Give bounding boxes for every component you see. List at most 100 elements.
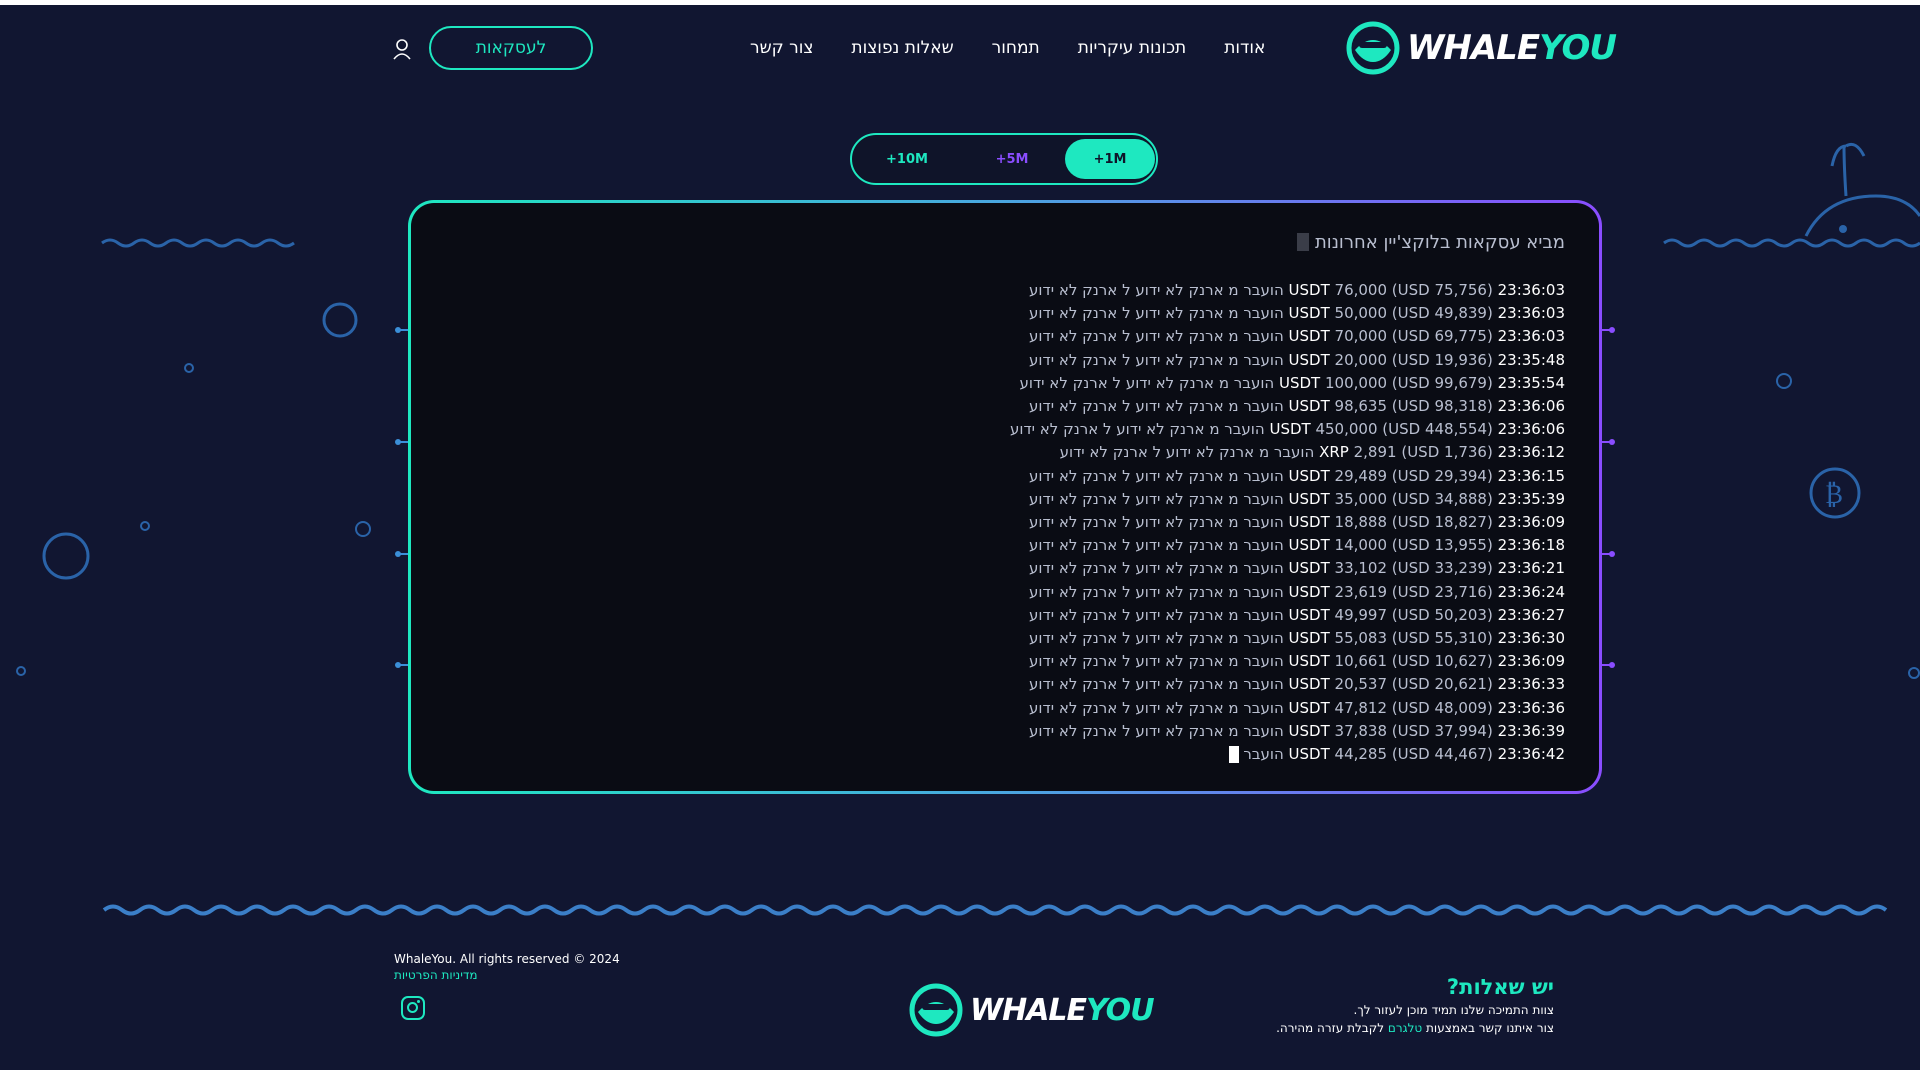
top-edge — [0, 0, 1920, 5]
transaction-amount: 98,635 — [1334, 397, 1388, 416]
nav-faq[interactable]: שאלות נפוצות — [851, 38, 953, 58]
transaction-text: הועבר מ ארנק לא ידוע ל ארנק לא ידוע — [1029, 559, 1284, 578]
transaction-amount: 49,997 — [1334, 605, 1388, 624]
instagram-icon[interactable] — [401, 996, 425, 1020]
transaction-row: 23:36:24 USDT 23,619 (USD 23,716) הועבר … — [1029, 582, 1565, 601]
transaction-time: 23:36:12 — [1497, 443, 1565, 462]
transaction-row: 23:36:03 USDT 76,000 (USD 75,756) הועבר … — [1029, 281, 1565, 299]
transaction-time: 23:36:15 — [1497, 466, 1565, 485]
transaction-row: 23:36:21 USDT 33,102 (USD 33,239) הועבר … — [1029, 559, 1565, 578]
transaction-usd: 23,716 — [1434, 582, 1487, 601]
transaction-text: הועבר מ ארנק לא ידוע ל ארנק לא ידוע — [1059, 443, 1315, 462]
terminal-cursor-block — [1296, 233, 1309, 251]
transaction-text: הועבר מ ארנק לא ידוע ל ארנק לא ידוע — [1029, 698, 1284, 717]
nav-features[interactable]: תכונות עיקריות — [1078, 38, 1187, 58]
transaction-token: USDT — [1288, 721, 1330, 740]
transaction-token: USDT — [1288, 466, 1330, 485]
transaction-time: 23:36:36 — [1497, 698, 1565, 717]
transaction-amount: 29,489 — [1334, 466, 1388, 485]
transaction-text: הועבר מ ארנק לא ידוע ל ארנק לא ידוע — [1029, 513, 1284, 532]
transaction-time: 23:36:39 — [1497, 721, 1565, 740]
transaction-row-typing: 23:36:42 USDT 44,285 (USD 44,467) הועבר — [411, 743, 1565, 766]
filter-10m[interactable]: +10M — [872, 139, 942, 179]
transaction-amount: 18,888 — [1334, 513, 1388, 532]
contact-line: צור איתנו קשר באמצעות טלגרם לקבלת עזרה מ… — [1276, 1021, 1554, 1035]
transaction-usd: 98,318 — [1434, 397, 1487, 416]
terminal-header: מביא עסקאות בלוקצ'יין אחרונות — [411, 225, 1565, 259]
brand-logo[interactable]: WHALEYOU — [1345, 20, 1617, 76]
transaction-usd: 1,736 — [1444, 443, 1487, 462]
transaction-time: 23:35:39 — [1497, 489, 1565, 508]
transaction-token: USDT — [1288, 327, 1330, 346]
transaction-usd: 48,009 — [1434, 698, 1487, 717]
transaction-text: הועבר מ ארנק לא ידוע ל ארנק לא ידוע — [1029, 466, 1284, 485]
questions-title: יש שאלות? — [1446, 975, 1554, 999]
transaction-time: 23:36:30 — [1497, 629, 1565, 648]
whale-logo-icon — [1346, 21, 1400, 75]
transaction-row: 23:36:03 USDT 50,000 (USD 49,839) הועבר … — [1029, 304, 1565, 323]
transaction-text: הועבר מ ארנק לא ידוע ל ארנק לא ידוע — [1009, 420, 1265, 439]
transaction-text: הועבר מ ארנק לא ידוע ל ארנק לא ידוע — [1029, 536, 1284, 555]
transaction-token: XRP — [1319, 443, 1349, 462]
transaction-text: הועבר מ ארנק לא ידוע ל ארנק לא ידוע — [1029, 605, 1284, 624]
transaction-amount: 2,891 — [1353, 443, 1397, 462]
terminal-header-text: מביא עסקאות בלוקצ'יין אחרונות — [1314, 231, 1565, 253]
transaction-usd: 10,627 — [1434, 652, 1487, 671]
transaction-token: USDT — [1279, 373, 1321, 392]
transaction-row: 23:36:18 USDT 14,000 (USD 13,955) הועבר … — [1029, 536, 1565, 555]
transaction-amount: 33,102 — [1334, 559, 1388, 578]
transactions-list: 23:36:03 USDT 76,000 (USD 75,756) הועבר … — [411, 279, 1565, 766]
filter-5m[interactable]: +5M — [977, 139, 1047, 179]
transaction-time: 23:36:06 — [1497, 397, 1565, 416]
transaction-usd: 19,936 — [1434, 350, 1487, 369]
footer-left: WhaleYou. All rights reserved © 2024 מדי… — [394, 952, 620, 982]
copyright-text: WhaleYou. All rights reserved © 2024 — [394, 952, 620, 966]
transaction-usd: 34,888 — [1434, 489, 1487, 508]
svg-text:₿: ₿ — [1825, 480, 1843, 510]
transaction-token: USDT — [1288, 281, 1330, 299]
transaction-row: 23:36:39 USDT 37,838 (USD 37,994) הועבר … — [1029, 721, 1565, 740]
transaction-row: 23:36:27 USDT 49,997 (USD 50,203) הועבר … — [1029, 605, 1565, 624]
brand-wordmark: WHALEYOU — [1406, 28, 1617, 68]
transaction-usd: 20,621 — [1434, 675, 1487, 694]
transaction-usd: 448,554 — [1424, 420, 1487, 439]
transaction-amount: 23,619 — [1334, 582, 1388, 601]
site-header: WHALEYOU אודות תכונות עיקריות תמחור שאלו… — [0, 20, 1920, 80]
transaction-usd: 37,994 — [1434, 721, 1487, 740]
transactions-terminal[interactable]: מביא עסקאות בלוקצ'יין אחרונות 23:36:03 U… — [411, 203, 1599, 791]
privacy-link[interactable]: מדיניות הפרטיות — [394, 968, 620, 982]
transaction-usd: 50,203 — [1434, 605, 1487, 624]
footer-questions: יש שאלות? צוות התמיכה שלנו תמיד מוכן לעז… — [1276, 975, 1554, 1035]
transaction-time: 23:35:54 — [1497, 373, 1565, 392]
transaction-time: 23:36:03 — [1497, 304, 1565, 323]
transaction-amount: 35,000 — [1334, 489, 1388, 508]
transaction-token: USDT — [1288, 397, 1330, 416]
transaction-time: 23:36:03 — [1497, 327, 1565, 346]
nav-contact[interactable]: צור קשר — [750, 38, 813, 58]
nav-about[interactable]: אודות — [1224, 38, 1265, 58]
transaction-time: 23:36:09 — [1497, 652, 1565, 671]
transaction-text: הועבר מ ארנק לא ידוע ל ארנק לא ידוע — [1029, 675, 1284, 694]
transaction-usd: 29,394 — [1434, 466, 1487, 485]
transaction-row: 23:36:09 USDT 18,888 (USD 18,827) הועבר … — [1029, 513, 1565, 532]
footer-logo[interactable]: WHALEYOU — [908, 982, 1155, 1038]
telegram-link[interactable]: טלגרם — [1388, 1021, 1422, 1035]
transaction-row: 23:36:30 USDT 55,083 (USD 55,310) הועבר … — [1029, 629, 1565, 648]
transaction-amount: 44,285 — [1334, 745, 1388, 764]
transaction-time: 23:36:21 — [1497, 559, 1565, 578]
whale-logo-icon — [909, 983, 963, 1037]
transaction-text: הועבר מ ארנק לא ידוע ל ארנק לא ידוע — [1029, 350, 1284, 369]
transaction-time: 23:36:03 — [1497, 281, 1565, 299]
transaction-text: הועבר מ ארנק לא ידוע ל ארנק לא ידוע — [1029, 721, 1284, 740]
transaction-token: USDT — [1288, 513, 1330, 532]
nav-pricing[interactable]: תמחור — [992, 38, 1040, 58]
transaction-time: 23:36:09 — [1497, 513, 1565, 532]
filter-1m[interactable]: +1M — [1065, 139, 1155, 179]
main-nav: אודות תכונות עיקריות תמחור שאלות נפוצות … — [750, 38, 1265, 58]
transaction-token: USDT — [1288, 304, 1330, 323]
user-icon[interactable] — [392, 38, 412, 60]
deals-button[interactable]: לעסקאות — [429, 26, 593, 70]
transaction-amount: 50,000 — [1334, 304, 1388, 323]
transaction-token: USDT — [1288, 629, 1330, 648]
transaction-amount: 47,812 — [1334, 698, 1388, 717]
